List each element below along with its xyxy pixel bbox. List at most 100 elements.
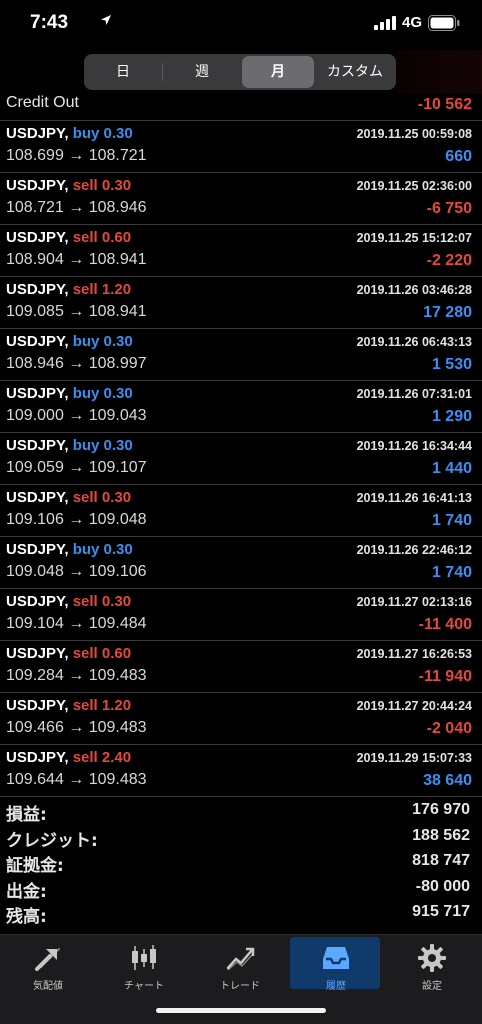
trade-profit: 38 640 (423, 772, 472, 789)
symbol-name: USDJPY, (6, 333, 69, 350)
trade-side-volume: sell 2.40 (72, 749, 132, 766)
trade-row[interactable]: USDJPY, sell 1.20 109.085 → 108.941 2019.1… (0, 277, 482, 329)
gear-icon (418, 944, 446, 972)
trade-row[interactable]: USDJPY, sell 0.30 109.106 → 109.048 2019.1… (0, 485, 482, 537)
trade-symbol: USDJPY, sell 1.20 (6, 697, 131, 714)
trade-prices: 108.946 → 108.997 (6, 355, 147, 372)
trade-profit: -2 040 (426, 720, 472, 737)
trade-side-volume: sell 0.30 (72, 593, 132, 610)
tab-history[interactable]: 履歴 (288, 937, 384, 992)
trade-date: 2019.11.26 16:41:13 (356, 491, 472, 505)
trade-prices: 109.106 → 109.048 (6, 511, 147, 528)
trade-side-volume: sell 1.20 (72, 281, 132, 298)
symbol-name: USDJPY, (6, 749, 69, 766)
summary-label: 出金: (6, 881, 47, 902)
status-bar: 7:43 4G (0, 0, 482, 48)
trade-rows: USDJPY, buy 0.30 108.699 → 108.721 2019.11… (0, 121, 482, 797)
signal-bars-icon (374, 16, 396, 30)
trade-date: 2019.11.25 02:36:00 (356, 179, 472, 193)
trade-date: 2019.11.26 03:46:28 (356, 283, 472, 297)
trade-row[interactable]: USDJPY, buy 0.30 109.059 → 109.107 2019.11… (0, 433, 482, 485)
period-segmented-control: 日 週 月 カスタム (84, 54, 396, 90)
credit-out-value: -10 562 (417, 96, 472, 113)
trade-profit: -11 940 (418, 668, 472, 685)
tab-label: チャート (124, 981, 164, 992)
summary-row-balance: 残高: 915 717 (0, 902, 482, 928)
summary-value: 818 747 (412, 852, 470, 869)
trade-prices: 109.644 → 109.483 (6, 771, 147, 788)
network-type: 4G (402, 14, 423, 31)
trade-row[interactable]: USDJPY, sell 1.20 109.466 → 109.483 2019.1… (0, 693, 482, 745)
symbol-name: USDJPY, (6, 229, 69, 246)
tab-label: トレード (220, 981, 260, 992)
trade-row[interactable]: USDJPY, buy 0.30 108.699 → 108.721 2019.11… (0, 121, 482, 173)
trade-profit: 1 740 (431, 564, 472, 581)
segment-day[interactable]: 日 (86, 56, 160, 88)
symbol-name: USDJPY, (6, 697, 69, 714)
trade-symbol: USDJPY, buy 0.30 (6, 437, 133, 454)
symbol-name: USDJPY, (6, 385, 69, 402)
tab-trade[interactable]: トレード (192, 937, 288, 992)
trade-row[interactable]: USDJPY, sell 0.60 109.284 → 109.483 2019.1… (0, 641, 482, 693)
trade-date: 2019.11.27 02:13:16 (356, 595, 472, 609)
summary-value: -80 000 (415, 877, 470, 895)
history-screen: 7:43 4G 日 週 月 カスタム Credit Out -10 562 US (0, 0, 482, 1024)
segment-divider (162, 63, 163, 81)
inbox-tray-icon (323, 947, 349, 969)
trade-row[interactable]: USDJPY, sell 0.30 109.104 → 109.484 2019.1… (0, 589, 482, 641)
trade-side-volume: sell 1.20 (72, 697, 132, 714)
trade-row[interactable]: USDJPY, buy 0.30 108.946 → 108.997 2019.11… (0, 329, 482, 381)
summary-value: 915 717 (412, 903, 470, 920)
trade-date: 2019.11.26 06:43:13 (356, 335, 472, 349)
tab-quotes[interactable]: 気配値 (0, 937, 96, 992)
trade-date: 2019.11.26 16:34:44 (356, 439, 472, 453)
trade-symbol: USDJPY, sell 0.30 (6, 177, 131, 194)
trade-symbol: USDJPY, buy 0.30 (6, 333, 133, 350)
trade-symbol: USDJPY, sell 0.60 (6, 645, 131, 662)
credit-out-row[interactable]: Credit Out -10 562 (0, 94, 482, 121)
segment-month[interactable]: 月 (242, 56, 314, 88)
trade-row[interactable]: USDJPY, buy 0.30 109.048 → 109.106 2019.11… (0, 537, 482, 589)
trade-row[interactable]: USDJPY, sell 0.60 108.904 → 108.941 2019.1… (0, 225, 482, 277)
tab-label: 履歴 (326, 981, 346, 992)
tab-chart[interactable]: チャート (96, 937, 192, 992)
trade-profit: 17 280 (423, 304, 472, 321)
symbol-name: USDJPY, (6, 281, 69, 298)
trade-row[interactable]: USDJPY, buy 0.30 109.000 → 109.043 2019.11… (0, 381, 482, 433)
trade-date: 2019.11.26 22:46:12 (356, 543, 472, 557)
trade-date: 2019.11.26 07:31:01 (356, 387, 472, 401)
summary-row-credit: クレジット: 188 562 (0, 826, 482, 852)
trade-profit: -11 400 (418, 616, 472, 633)
trade-side-volume: sell 0.60 (72, 645, 132, 662)
trade-side-volume: buy 0.30 (72, 385, 133, 402)
trade-side-volume: buy 0.30 (72, 437, 133, 454)
summary-label: 損益: (6, 805, 47, 825)
trade-symbol: USDJPY, sell 0.30 (6, 489, 131, 506)
summary-label: 残高: (6, 907, 47, 927)
trade-row[interactable]: USDJPY, sell 2.40 109.644 → 109.483 2019.1… (0, 745, 482, 797)
tab-settings[interactable]: 設定 (384, 937, 480, 992)
trade-prices: 109.048 → 109.106 (6, 563, 147, 580)
trade-symbol: USDJPY, sell 0.30 (6, 593, 131, 610)
trade-side-volume: sell 0.30 (72, 177, 132, 194)
trade-symbol: USDJPY, buy 0.30 (6, 385, 133, 402)
top-right-fade (396, 50, 482, 94)
trade-date: 2019.11.25 15:12:07 (356, 231, 472, 245)
trade-row[interactable]: USDJPY, sell 0.30 108.721 → 108.946 2019.1… (0, 173, 482, 225)
tab-label: 気配値 (33, 981, 63, 992)
summary-label: クレジット: (6, 830, 98, 851)
location-arrow-icon (101, 15, 111, 25)
trade-date: 2019.11.27 20:44:24 (356, 699, 472, 713)
tab-label: 設定 (422, 981, 442, 992)
symbol-name: USDJPY, (6, 593, 69, 610)
segment-week[interactable]: 週 (164, 56, 240, 88)
segment-custom[interactable]: カスタム (316, 56, 394, 88)
trade-prices: 109.284 → 109.483 (6, 667, 147, 684)
trade-profit: 1 530 (431, 356, 472, 373)
symbol-name: USDJPY, (6, 645, 69, 662)
trade-chart-icon (226, 947, 255, 971)
summary-value: 188 562 (412, 826, 470, 844)
trade-symbol: USDJPY, sell 2.40 (6, 749, 131, 766)
trade-date: 2019.11.29 15:07:33 (356, 751, 472, 765)
battery-icon (428, 15, 460, 31)
